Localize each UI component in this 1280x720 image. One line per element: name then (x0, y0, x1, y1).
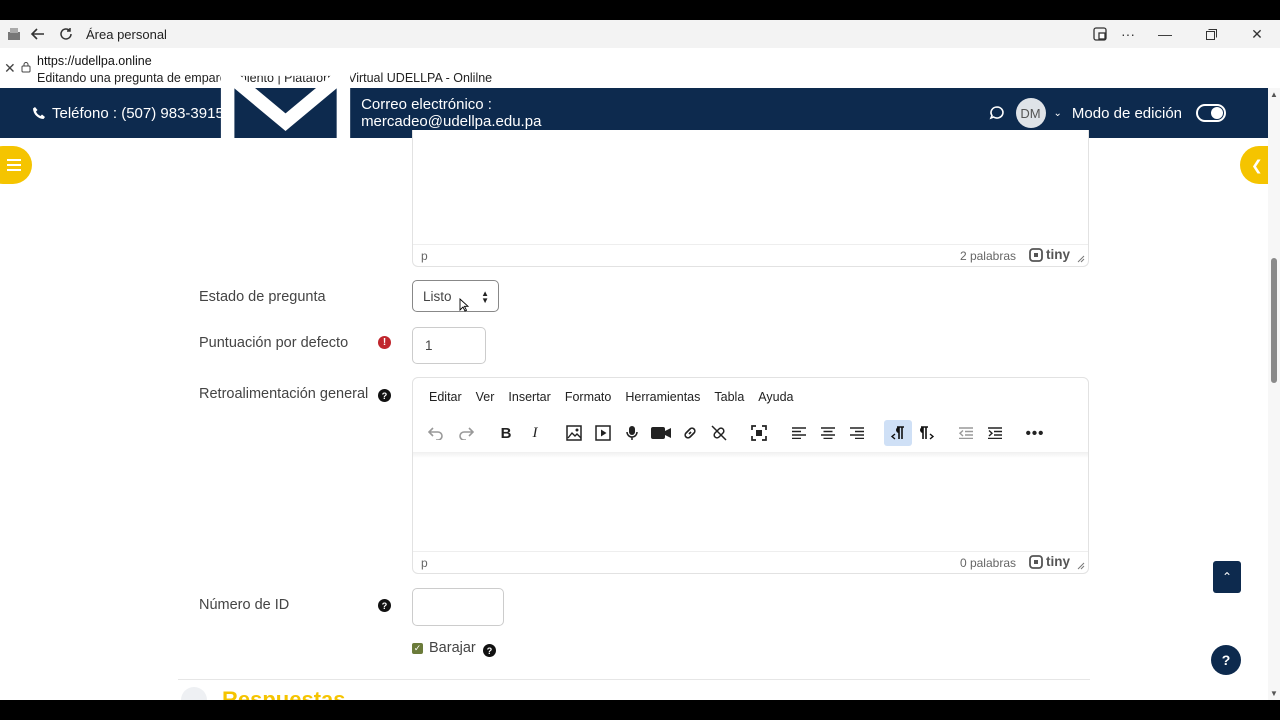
chevron-down-icon[interactable]: ⌄ (1054, 108, 1062, 119)
unlink-icon[interactable] (705, 420, 733, 446)
scroll-down-icon[interactable]: ▼ (1270, 689, 1278, 698)
back-icon[interactable] (24, 20, 52, 48)
video-camera-icon[interactable] (647, 420, 675, 446)
media-icon[interactable] (589, 420, 617, 446)
retro-label: Retroalimentación general (199, 386, 369, 402)
element-path[interactable]: p (421, 249, 428, 263)
estado-value: Listo (423, 289, 452, 304)
editor-menubar: Editar Ver Insertar Formato Herramientas… (429, 390, 794, 404)
app-view-icon[interactable] (1086, 20, 1114, 48)
browser-window: Área personal ··· — ✕ ✕ https://udellpa.… (0, 20, 1280, 700)
tiny-logo[interactable]: tiny (1029, 247, 1070, 262)
reload-icon[interactable] (52, 20, 80, 48)
ltr-icon[interactable] (884, 420, 912, 446)
minimize-icon[interactable]: — (1142, 20, 1188, 48)
address-bar: ✕ https://udellpa.online Editando una pr… (0, 48, 1280, 88)
toolbar-shadow (413, 452, 1088, 458)
element-path[interactable]: p (421, 556, 428, 570)
redo-icon[interactable] (452, 420, 480, 446)
page-scrollbar[interactable]: ▲ ▼ (1268, 88, 1280, 700)
barajar-label: Barajar (429, 640, 476, 656)
puntuacion-label: Puntuación por defecto (199, 335, 349, 351)
resize-grip-icon[interactable] (1077, 562, 1085, 570)
estado-select[interactable]: Listo ▲ ▼ (412, 280, 499, 312)
menu-ayuda[interactable]: Ayuda (758, 390, 793, 404)
help-button[interactable]: ? (1211, 645, 1241, 675)
align-center-icon[interactable] (814, 420, 842, 446)
scrollbar-thumb[interactable] (1271, 258, 1277, 383)
puntuacion-value: 1 (425, 338, 433, 353)
menu-herramientas[interactable]: Herramientas (625, 390, 700, 404)
menu-ver[interactable]: Ver (476, 390, 495, 404)
help-icon[interactable]: ? (378, 389, 391, 402)
select-arrows-icon: ▲ ▼ (481, 289, 489, 305)
tiny-icon (1029, 554, 1043, 569)
phone-text: Teléfono : (507) 983-3915 (52, 104, 224, 122)
close-icon[interactable]: ✕ (4, 60, 16, 77)
numero-id-label: Número de ID (199, 597, 290, 613)
window-controls: ··· — ✕ (1086, 20, 1280, 48)
mouse-cursor-icon (459, 298, 469, 312)
list-icon (7, 159, 21, 171)
menu-tabla[interactable]: Tabla (714, 390, 744, 404)
envelope-icon (220, 62, 351, 164)
puntuacion-input[interactable]: 1 (412, 327, 486, 364)
microphone-icon[interactable] (618, 420, 646, 446)
help-icon[interactable]: ? (378, 599, 391, 612)
lock-icon (21, 62, 31, 73)
menu-insertar[interactable]: Insertar (508, 390, 550, 404)
link-icon[interactable] (676, 420, 704, 446)
resize-grip-icon[interactable] (1077, 255, 1085, 263)
section-heading[interactable]: Respuestas (222, 687, 346, 700)
image-icon[interactable] (560, 420, 588, 446)
tiny-logo[interactable]: tiny (1029, 554, 1070, 569)
undo-icon[interactable] (422, 420, 450, 446)
chevron-left-icon: ❮ (1251, 156, 1263, 173)
indent-icon[interactable] (981, 420, 1009, 446)
avatar[interactable]: DM (1015, 98, 1046, 128)
maximize-icon[interactable] (1188, 20, 1234, 48)
more-icon[interactable]: ••• (1021, 420, 1049, 446)
title-bar: Área personal ··· — ✕ (0, 20, 1280, 48)
menu-editar[interactable]: Editar (429, 390, 462, 404)
course-index-toggle[interactable] (0, 146, 32, 184)
italic-icon[interactable]: I (521, 420, 549, 446)
word-count[interactable]: 0 palabras (960, 556, 1016, 570)
question-text-editor[interactable]: p 2 palabras tiny (412, 130, 1089, 267)
back-to-top-button[interactable]: ⌃ (1213, 561, 1241, 593)
close-window-icon[interactable]: ✕ (1234, 20, 1280, 48)
email-text: Correo electrónico : mercadeo@udellpa.ed… (361, 96, 542, 130)
fullscreen-icon[interactable] (745, 420, 773, 446)
menu-formato[interactable]: Formato (565, 390, 612, 404)
rtl-icon[interactable] (913, 420, 941, 446)
required-icon: ! (378, 336, 391, 349)
barajar-checkbox[interactable]: ✓ (412, 643, 423, 654)
window-title: Área personal (86, 26, 167, 42)
feedback-editor[interactable]: Editar Ver Insertar Formato Herramientas… (412, 377, 1089, 574)
section-divider (178, 679, 1090, 680)
chevron-up-icon: ⌃ (1221, 570, 1233, 584)
help-icon[interactable]: ? (483, 644, 496, 657)
section-collapse-icon[interactable] (181, 687, 207, 700)
word-count[interactable]: 2 palabras (960, 249, 1016, 263)
edit-mode-label: Modo de edición (1071, 104, 1182, 122)
tiny-icon (1029, 247, 1043, 262)
phone-icon (33, 107, 45, 119)
align-left-icon[interactable] (785, 420, 813, 446)
outdent-icon[interactable] (952, 420, 980, 446)
numero-id-input[interactable] (412, 588, 504, 626)
editor-statusbar: p 2 palabras tiny (413, 244, 1088, 266)
phone-contact: Teléfono : (507) 983-3915 (32, 88, 224, 138)
edit-mode-toggle[interactable] (1196, 104, 1226, 122)
align-right-icon[interactable] (843, 420, 871, 446)
estado-label: Estado de pregunta (199, 289, 326, 305)
scroll-up-icon[interactable]: ▲ (1270, 90, 1278, 99)
url-text[interactable]: https://udellpa.online (37, 54, 152, 68)
bold-icon[interactable]: B (492, 420, 520, 446)
chat-icon[interactable] (988, 104, 1006, 122)
editor-statusbar: p 0 palabras tiny (413, 551, 1088, 573)
more-options-icon[interactable]: ··· (1114, 20, 1142, 48)
